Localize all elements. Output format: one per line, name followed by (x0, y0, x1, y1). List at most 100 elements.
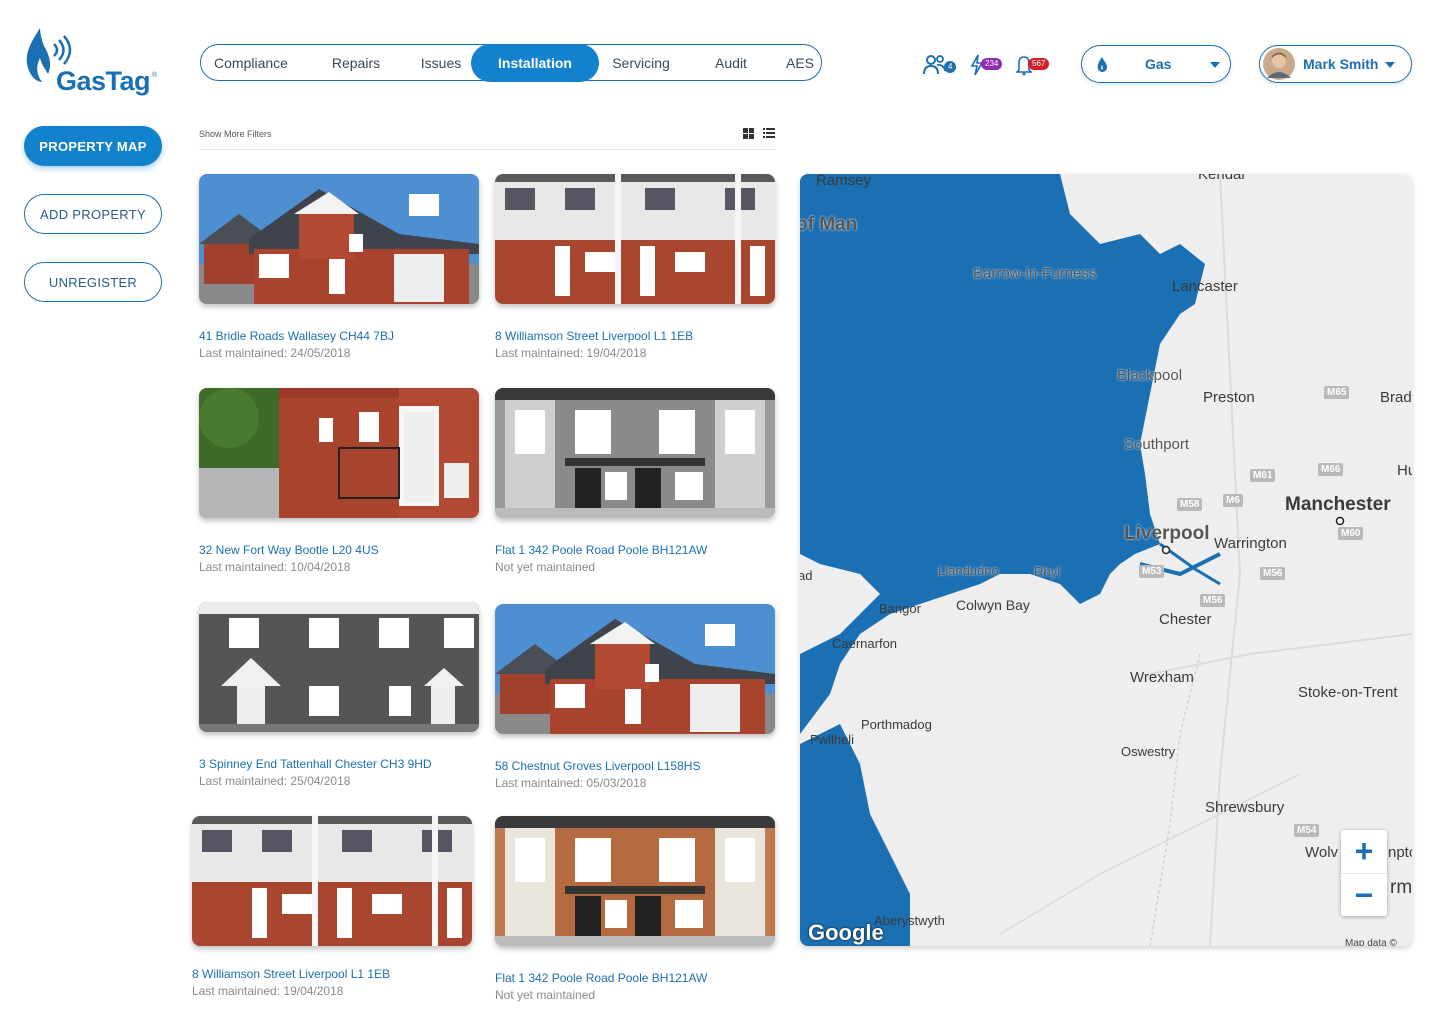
property-photo (192, 816, 472, 946)
tab-aes[interactable]: AES (779, 45, 821, 80)
motorway-marker: M54 (1294, 824, 1320, 837)
property-photo (495, 388, 775, 518)
property-address[interactable]: 41 Bridle Roads Wallasey CH44 7BJ (199, 329, 479, 343)
property-card[interactable]: 8 Williamson Street Liverpool L1 1EB Las… (495, 174, 775, 360)
property-address[interactable]: Flat 1 342 Poole Road Poole BH121AW (495, 543, 775, 557)
motorway-marker: M58 (1177, 498, 1203, 511)
map-data-attribution[interactable]: Map data © (1345, 938, 1397, 946)
tab-repairs[interactable]: Repairs (301, 45, 411, 80)
motorway-marker: M56 (1260, 567, 1286, 580)
map-place: Lancaster (1172, 278, 1238, 295)
property-card[interactable]: 58 Chestnut Groves Liverpool L158HS Last… (495, 604, 775, 790)
property-address[interactable]: 3 Spinney End Tattenhall Chester CH3 9HD (199, 757, 479, 771)
map-place: Chester (1159, 611, 1212, 628)
add-property-button[interactable]: ADD PROPERTY (24, 194, 162, 234)
property-card[interactable]: 41 Bridle Roads Wallasey CH44 7BJ Last m… (199, 174, 479, 360)
flame-icon (1097, 57, 1107, 72)
map-place: Stoke-on-Trent (1298, 684, 1398, 701)
chevron-down-icon (1385, 62, 1395, 68)
map-place: Ramsey (816, 174, 872, 189)
map-place: Preston (1203, 389, 1255, 406)
fuel-type-select[interactable]: Gas (1081, 45, 1231, 83)
map-place: Hu (1397, 462, 1412, 479)
chevron-down-icon (1210, 62, 1220, 68)
property-map-button[interactable]: PROPERTY MAP (24, 126, 162, 166)
notifications-badge: 567 (1028, 58, 1050, 70)
map-place: Liverpool (1124, 523, 1210, 544)
zoom-control: + − (1341, 830, 1387, 916)
map-place: Bangor (879, 601, 921, 616)
property-card[interactable]: 32 New Fort Way Bootle L20 4US Last main… (199, 388, 479, 574)
map-place: Wolv (1305, 844, 1339, 861)
tab-compliance[interactable]: Compliance (201, 45, 301, 80)
map-place: Pwllheli (810, 732, 855, 747)
map-place: of Man (800, 214, 858, 235)
property-address[interactable]: 32 New Fort Way Bootle L20 4US (199, 543, 479, 557)
last-maintained: Not yet maintained (495, 988, 596, 1002)
avatar (1263, 48, 1295, 80)
property-address[interactable]: 8 Williamson Street Liverpool L1 1EB (495, 329, 775, 343)
last-maintained: Last maintained: 19/04/2018 (495, 346, 647, 360)
map-place: Colwyn Bay (956, 597, 1030, 613)
map-place: Barrow-in-Furness (973, 265, 1097, 282)
map-place: Aberystwyth (874, 913, 945, 928)
map-place: Shrewsbury (1205, 799, 1285, 816)
motorway-marker: M60 (1338, 527, 1364, 540)
alerts-button[interactable]: 234 (970, 53, 1006, 77)
users-button[interactable]: 4 (922, 53, 958, 77)
map-place: Oswestry (1121, 744, 1176, 759)
last-maintained: Last maintained: 24/05/2018 (199, 346, 351, 360)
users-badge: 4 (944, 61, 957, 73)
motorway-marker: M66 (1318, 463, 1344, 476)
list-view-icon[interactable] (763, 128, 775, 139)
property-photo (495, 174, 775, 304)
property-card[interactable]: Flat 1 342 Poole Road Poole BH121AW Not … (495, 816, 775, 1002)
map-place: Kendal (1198, 174, 1245, 183)
brand-name: GasTag (56, 66, 151, 96)
last-maintained: Not yet maintained (495, 560, 596, 574)
fuel-type-value: Gas (1145, 56, 1172, 72)
user-menu[interactable]: Mark Smith (1259, 45, 1412, 83)
tab-audit[interactable]: Audit (683, 45, 779, 80)
show-more-filters-link[interactable]: Show More Filters (199, 129, 272, 139)
map-place: Warrington (1214, 535, 1287, 552)
map-place: npto (1388, 844, 1412, 861)
tab-servicing[interactable]: Servicing (599, 45, 683, 80)
motorway-marker: M56 (1200, 594, 1226, 607)
zoom-in-button[interactable]: + (1341, 830, 1387, 873)
tab-issues[interactable]: Issues (411, 45, 471, 80)
map-place: rmi (1390, 877, 1412, 898)
gastag-logo[interactable]: GasTag ® (22, 26, 162, 102)
notifications-button[interactable]: 567 (1016, 53, 1056, 77)
map-place: Rhyl (1034, 564, 1061, 579)
property-photo (495, 816, 775, 946)
zoom-out-button[interactable]: − (1341, 873, 1387, 916)
property-address[interactable]: Flat 1 342 Poole Road Poole BH121AW (495, 971, 775, 985)
property-address[interactable]: 8 Williamson Street Liverpool L1 1EB (192, 967, 472, 981)
map-place: Porthmadog (861, 717, 932, 732)
last-maintained: Last maintained: 25/04/2018 (199, 774, 351, 788)
property-map[interactable]: Ramsey of Man Kendal Barrow-in-Furness L… (800, 174, 1412, 946)
map-place: ad (800, 568, 813, 583)
grid-view-icon[interactable] (743, 128, 754, 139)
motorway-marker: M65 (1324, 386, 1350, 399)
property-address[interactable]: 58 Chestnut Groves Liverpool L158HS (495, 759, 775, 773)
google-attribution: Google (808, 920, 884, 945)
user-name: Mark Smith (1303, 56, 1379, 72)
trademark: ® (152, 72, 158, 79)
tab-installation[interactable]: Installation (471, 43, 599, 82)
alerts-badge: 234 (981, 58, 1003, 70)
map-place: Southport (1124, 436, 1190, 453)
property-card[interactable]: 3 Spinney End Tattenhall Chester CH3 9HD… (199, 602, 479, 788)
property-card[interactable]: 8 Williamson Street Liverpool L1 1EB Las… (192, 816, 472, 998)
last-maintained: Last maintained: 10/04/2018 (199, 560, 351, 574)
map-place: Blackpool (1117, 367, 1183, 384)
property-photo (495, 604, 775, 734)
property-card[interactable]: Flat 1 342 Poole Road Poole BH121AW Not … (495, 388, 775, 574)
motorway-marker: M61 (1250, 469, 1276, 482)
last-maintained: Last maintained: 05/03/2018 (495, 776, 647, 790)
unregister-button[interactable]: UNREGISTER (24, 262, 162, 302)
property-photo (199, 174, 479, 304)
category-tabs: Compliance Repairs Issues Installation S… (200, 43, 822, 82)
filter-bar: Show More Filters (199, 126, 776, 150)
